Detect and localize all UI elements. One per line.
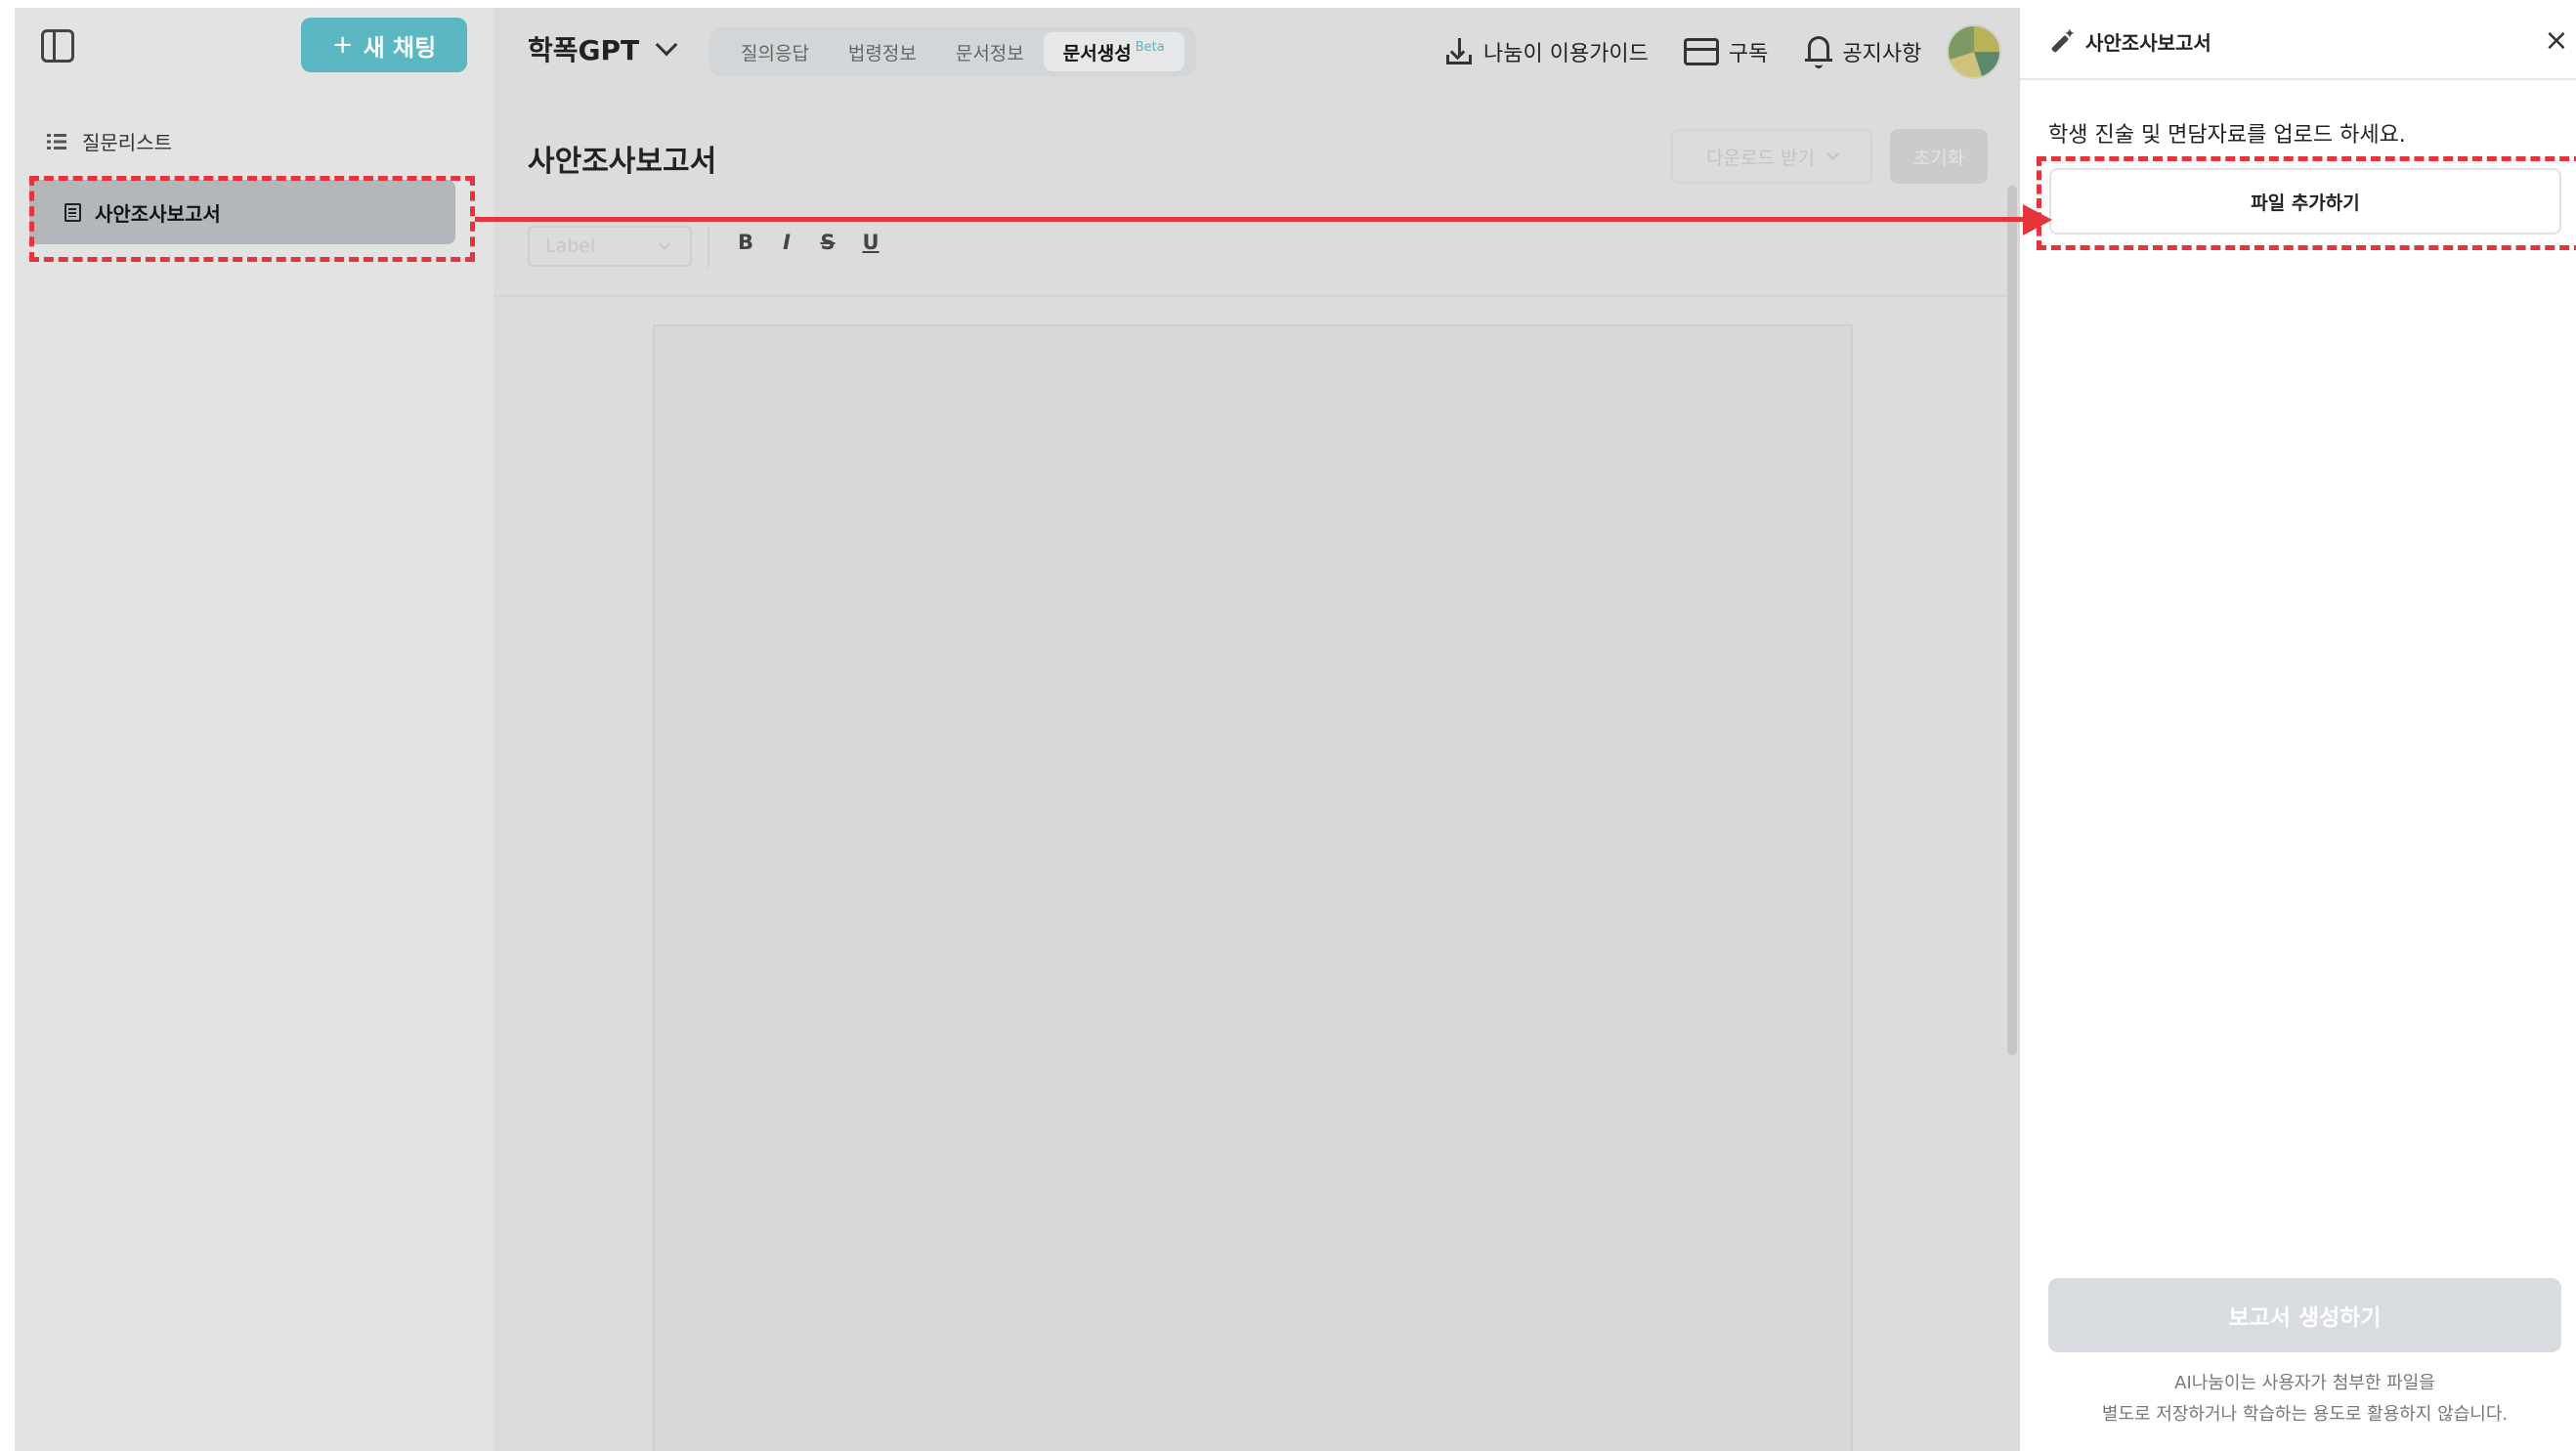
guide-link[interactable]: 나눔이 이용가이드 xyxy=(1444,36,1649,67)
style-select-value: Label xyxy=(545,235,596,257)
plus-icon: + xyxy=(331,30,354,60)
header-actions: 나눔이 이용가이드 구독 공지사항 xyxy=(1444,24,2002,79)
panel-divider xyxy=(2020,78,2576,80)
document-editor-page[interactable] xyxy=(653,324,1853,1451)
sidebar-item-report[interactable]: 사안조사보고서 xyxy=(29,180,455,244)
tab-qa[interactable]: 질의응답 xyxy=(721,32,829,71)
scrollbar[interactable] xyxy=(2007,186,2017,1055)
mode-tabs: 질의응답 법령정보 문서정보 문서생성 Beta xyxy=(709,27,1196,76)
new-chat-label: 새 채팅 xyxy=(363,33,437,62)
chevron-down-icon xyxy=(1826,148,1839,160)
question-list-label: 질문리스트 xyxy=(82,131,172,154)
panel-title: 사안조사보고서 xyxy=(2085,31,2211,55)
document-icon xyxy=(64,202,81,222)
download-label: 다운로드 받기 xyxy=(1706,147,1815,169)
download-button[interactable]: 다운로드 받기 xyxy=(1671,129,1872,184)
avatar[interactable] xyxy=(1947,24,2002,79)
app-title: 학폭GPT xyxy=(528,34,640,66)
italic-button[interactable]: I xyxy=(774,231,799,254)
app-title-dropdown[interactable]: 학폭GPT xyxy=(528,29,678,68)
annotation-arrow-line xyxy=(475,217,2025,222)
sidebar-toggle-icon[interactable] xyxy=(41,29,74,63)
credit-card-icon xyxy=(1683,38,1719,65)
guide-label: 나눔이 이용가이드 xyxy=(1483,42,1649,66)
close-icon[interactable]: × xyxy=(2543,23,2570,58)
editor-toolbar xyxy=(494,219,2008,295)
tab-doc-generate[interactable]: 문서생성 Beta xyxy=(1043,32,1184,71)
generate-report-button[interactable]: 보고서 생성하기 xyxy=(2048,1278,2561,1352)
tab-label: 법령정보 xyxy=(847,42,917,64)
panel-header: ✦ 사안조사보고서 xyxy=(2048,26,2211,56)
toolbar-separator xyxy=(708,227,709,268)
tab-label: 문서정보 xyxy=(955,42,1024,64)
privacy-notice-line: 별도로 저장하거나 학습하는 용도로 활용하지 않습니다. xyxy=(2101,1404,2509,1425)
beta-badge: Beta xyxy=(1135,39,1165,55)
subscribe-link[interactable]: 구독 xyxy=(1683,36,1769,67)
annotation-arrow-head-icon xyxy=(2023,204,2052,235)
upload-instruction: 학생 진술 및 면담자료를 업로드 하세요. xyxy=(2048,123,2406,148)
download-icon xyxy=(1444,37,1474,66)
bell-icon xyxy=(1805,35,1833,68)
app-window: + 새 채팅 질문리스트 사안조사보고서 학폭GPT 질의응답 법령정보 문서정… xyxy=(0,0,2576,1451)
chevron-down-icon xyxy=(655,33,678,57)
privacy-notice-line: AI나눔이는 사용자가 첨부한 파일을 xyxy=(2174,1373,2435,1393)
reset-button[interactable]: 초기화 xyxy=(1890,129,1988,184)
list-icon xyxy=(47,133,66,149)
underline-button[interactable]: U xyxy=(858,231,883,254)
tab-label: 질의응답 xyxy=(741,42,809,64)
subscribe-label: 구독 xyxy=(1728,42,1769,66)
notice-label: 공지사항 xyxy=(1842,42,1922,66)
sidebar-item-label: 사안조사보고서 xyxy=(95,201,221,226)
privacy-notice: AI나눔이는 사용자가 첨부한 파일을 별도로 저장하거나 학습하는 용도로 활… xyxy=(2048,1368,2561,1430)
tab-law[interactable]: 법령정보 xyxy=(829,32,936,71)
tab-docs[interactable]: 문서정보 xyxy=(936,32,1044,71)
style-select[interactable]: Label xyxy=(528,226,692,267)
document-title: 사안조사보고서 xyxy=(528,145,717,179)
new-chat-button[interactable]: + 새 채팅 xyxy=(301,18,467,72)
chevron-down-icon xyxy=(659,238,670,250)
notice-link[interactable]: 공지사항 xyxy=(1805,35,1921,68)
tab-label: 문서생성 xyxy=(1062,42,1132,64)
magic-wand-icon: ✦ xyxy=(2048,26,2076,54)
question-list-header: 질문리스트 xyxy=(47,127,172,155)
toolbar-bottom-divider xyxy=(494,295,2008,297)
strikethrough-button[interactable]: S xyxy=(815,231,840,254)
add-file-button[interactable]: 파일 추가하기 xyxy=(2049,168,2561,235)
bold-button[interactable]: B xyxy=(733,231,758,254)
